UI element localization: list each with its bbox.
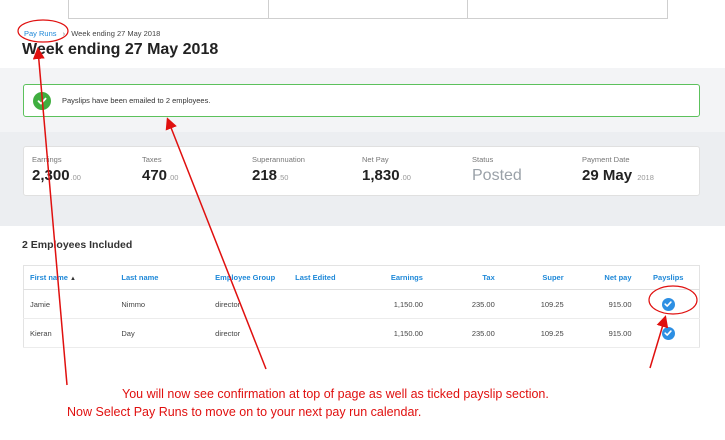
- employees-section-title: 2 Employees Included: [22, 239, 133, 251]
- metric-label: Superannuation: [252, 155, 305, 164]
- table-cell: [468, 0, 667, 18]
- cell-employee-group: director: [209, 289, 290, 319]
- column-header-payslips[interactable]: Payslips: [637, 265, 700, 290]
- metric-value: 218.50: [252, 167, 289, 184]
- breadcrumb-separator: ›: [62, 29, 66, 38]
- cell-first-name: Kieran: [23, 318, 116, 348]
- cell-earnings: 1,150.00: [359, 318, 429, 348]
- metric-earnings: Earnings 2,300.00: [24, 147, 134, 195]
- pay-run-summary: Earnings 2,300.00 Taxes 470.00 Superannu…: [23, 146, 700, 196]
- table-cell: [69, 0, 269, 18]
- metric-payment-date: Payment Date 29 May 2018: [574, 147, 684, 195]
- sort-asc-icon: ▲: [70, 276, 76, 282]
- check-circle-icon[interactable]: [661, 297, 675, 311]
- cell-last-name: Nimmo: [115, 289, 210, 319]
- cell-employee-group: director: [209, 318, 290, 348]
- cell-payslip: [637, 318, 700, 348]
- column-header-super[interactable]: Super: [500, 265, 570, 290]
- column-header-first-name[interactable]: First name ▲: [23, 265, 116, 290]
- cell-earnings: 1,150.00: [359, 289, 429, 319]
- table-header-row: First name ▲ Last name Employee Group La…: [23, 265, 700, 290]
- metric-label: Status: [472, 155, 494, 164]
- column-header-employee-group[interactable]: Employee Group: [209, 265, 290, 290]
- cell-tax: 235.00: [428, 289, 501, 319]
- metric-value: 470.00: [142, 167, 179, 184]
- table-row[interactable]: Jamie Nimmo director 1,150.00 235.00 109…: [23, 289, 700, 319]
- employees-table: First name ▲ Last name Employee Group La…: [23, 265, 700, 348]
- metric-value: 2,300.00: [32, 167, 81, 184]
- column-header-last-name[interactable]: Last name: [115, 265, 210, 290]
- column-header-last-edited[interactable]: Last Edited: [289, 265, 360, 290]
- column-header-net-pay[interactable]: Net pay: [569, 265, 638, 290]
- cell-net-pay: 915.00: [569, 318, 638, 348]
- cell-super: 109.25: [500, 318, 570, 348]
- metric-value: 29 May 2018: [582, 167, 654, 184]
- page-title: Week ending 27 May 2018: [22, 41, 219, 58]
- metric-status: Status Posted: [464, 147, 574, 195]
- cell-last-name: Day: [115, 318, 210, 348]
- cell-last-edited: [289, 318, 360, 348]
- success-alert: Payslips have been emailed to 2 employee…: [23, 84, 700, 117]
- cell-super: 109.25: [500, 289, 570, 319]
- table-row[interactable]: Kieran Day director 1,150.00 235.00 109.…: [23, 318, 700, 348]
- metric-superannuation: Superannuation 218.50: [244, 147, 354, 195]
- check-circle-icon[interactable]: [661, 326, 675, 340]
- metric-net-pay: Net Pay 1,830.00: [354, 147, 464, 195]
- metric-label: Net Pay: [362, 155, 389, 164]
- column-header-tax[interactable]: Tax: [428, 265, 501, 290]
- metric-value: 1,830.00: [362, 167, 411, 184]
- alert-message: Payslips have been emailed to 2 employee…: [62, 96, 211, 105]
- metric-label: Payment Date: [582, 155, 630, 164]
- annotation-line-2: Now Select Pay Runs to move on to your n…: [67, 405, 422, 419]
- table-cell: [269, 0, 469, 18]
- cell-net-pay: 915.00: [569, 289, 638, 319]
- metric-taxes: Taxes 470.00: [134, 147, 244, 195]
- previous-table-fragment: [68, 0, 668, 19]
- cell-last-edited: [289, 289, 360, 319]
- check-circle-icon: [33, 92, 51, 110]
- metric-label: Taxes: [142, 155, 162, 164]
- column-header-earnings[interactable]: Earnings: [359, 265, 429, 290]
- breadcrumb-link-pay-runs[interactable]: Pay Runs: [24, 29, 57, 38]
- cell-tax: 235.00: [428, 318, 501, 348]
- annotation-line-1: You will now see confirmation at top of …: [122, 387, 549, 401]
- metric-label: Earnings: [32, 155, 62, 164]
- cell-first-name: Jamie: [23, 289, 116, 319]
- cell-payslip: [637, 289, 700, 319]
- status-value: Posted: [472, 167, 522, 184]
- breadcrumb: Pay Runs › Week ending 27 May 2018: [24, 29, 160, 38]
- breadcrumb-current: Week ending 27 May 2018: [71, 29, 161, 38]
